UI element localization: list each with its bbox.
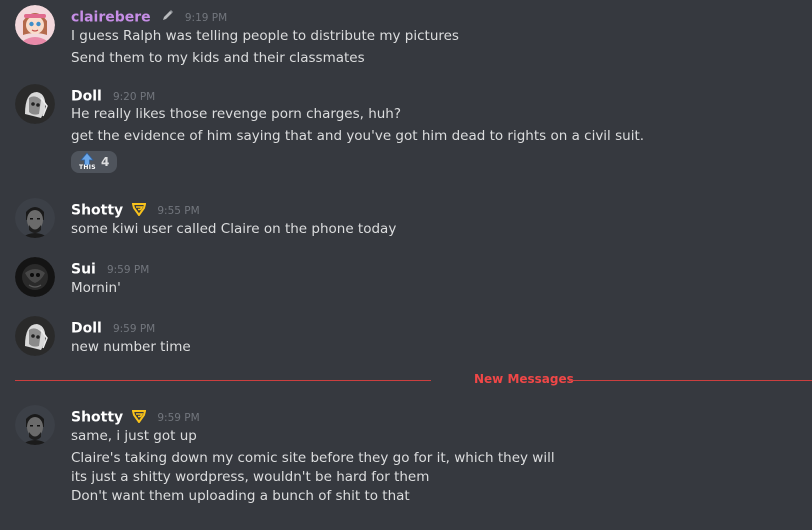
message-text: He really likes those revenge porn charg… (71, 106, 402, 122)
message-header: Doll 9:20 PM (71, 86, 155, 106)
message-header: Shotty 9:55 PM (71, 200, 200, 220)
timestamp: 9:55 PM (157, 204, 200, 217)
message-header: Sui 9:59 PM (71, 259, 149, 279)
timestamp: 9:19 PM (184, 11, 228, 24)
avatar-clairebere[interactable] (15, 5, 55, 45)
avatar-sui[interactable] (15, 257, 55, 297)
timestamp: 9:59 PM (106, 263, 150, 276)
hypesquad-icon (132, 201, 147, 220)
message-header: clairebere 9:19 PM (71, 7, 227, 27)
timestamp: 9:59 PM (112, 322, 156, 335)
username[interactable]: Shotty (71, 203, 123, 219)
timestamp: 9:59 PM (157, 411, 200, 424)
reaction-emoji-text: THIS (79, 164, 96, 171)
username[interactable]: Doll (71, 89, 102, 105)
message-text: some kiwi user called Claire on the phon… (71, 221, 397, 237)
username[interactable]: Shotty (71, 410, 123, 426)
avatar-doll[interactable] (15, 316, 55, 356)
username[interactable]: Doll (71, 321, 102, 337)
message-text: Send them to my kids and their classmate… (71, 50, 365, 66)
message-text: Mornin' (71, 280, 121, 296)
message-clairebere: clairebere 9:19 PM I guess Ralph was tel… (15, 5, 805, 75)
divider-line (569, 380, 812, 381)
pencil-icon (160, 8, 174, 27)
message-text: its just a shitty wordpress, wouldn't be… (71, 469, 430, 485)
avatar-doll[interactable] (15, 84, 55, 124)
message-doll: Doll 9:20 PM He really likes those reven… (15, 84, 805, 179)
new-messages-divider: New Messages (15, 372, 812, 386)
message-shotty: Shotty 9:59 PM same, i just got up Clair… (15, 405, 805, 515)
hypesquad-icon (132, 408, 147, 427)
username[interactable]: Sui (71, 262, 96, 278)
message-text: new number time (71, 339, 191, 355)
message-sui: Sui 9:59 PM Mornin' (15, 257, 805, 302)
new-messages-label: New Messages (470, 372, 578, 386)
avatar-shotty[interactable] (15, 198, 55, 238)
avatar-shotty[interactable] (15, 405, 55, 445)
timestamp: 9:20 PM (112, 90, 156, 103)
divider-line (15, 380, 431, 381)
username[interactable]: clairebere (71, 10, 151, 26)
message-doll: Doll 9:59 PM new number time (15, 316, 805, 361)
message-header: Shotty 9:59 PM (71, 407, 200, 427)
message-text: same, i just got up (71, 428, 197, 444)
message-text: get the evidence of him saying that and … (71, 128, 645, 144)
message-text: I guess Ralph was telling people to dist… (71, 28, 459, 44)
reaction-count: 4 (101, 155, 110, 169)
message-text: Claire's taking down my comic site befor… (71, 450, 555, 466)
message-shotty: Shotty 9:55 PM some kiwi user called Cla… (15, 198, 805, 243)
message-text: Don't want them uploading a bunch of shi… (71, 488, 410, 504)
reaction-button[interactable]: THIS 4 (71, 151, 117, 173)
message-header: Doll 9:59 PM (71, 318, 155, 338)
this-arrow-icon: THIS (79, 152, 96, 172)
